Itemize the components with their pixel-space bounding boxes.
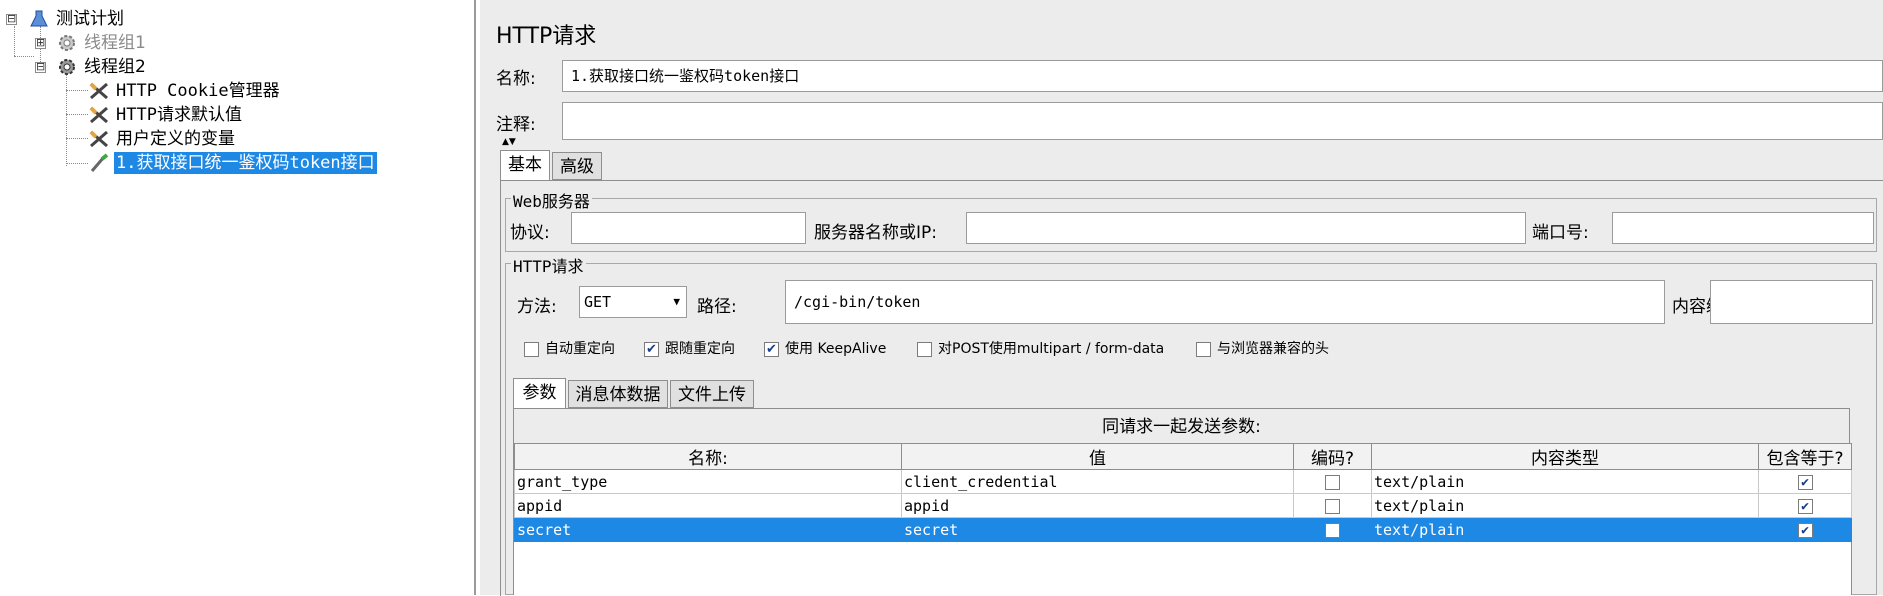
column-header-name[interactable]: 名称: (514, 443, 902, 470)
protocol-label: 协议: (510, 223, 550, 243)
tab-advanced[interactable]: 高级 (552, 152, 602, 180)
comment-field[interactable] (562, 102, 1883, 140)
param-content-type[interactable]: text/plain (1371, 517, 1759, 542)
encode-checkbox[interactable] (1325, 498, 1340, 514)
column-header-encode[interactable]: 编码? (1293, 443, 1372, 470)
params-caption: 同请求一起发送参数: (513, 408, 1850, 443)
comment-label: 注释: (496, 115, 536, 135)
checkbox-box[interactable]: ✔ (764, 341, 779, 357)
table-row[interactable]: grant_type client_credential text/plain … (514, 469, 1852, 494)
path-label: 路径: (697, 297, 737, 317)
param-content-type[interactable]: text/plain (1371, 469, 1759, 494)
column-header-content-type[interactable]: 内容类型 (1371, 443, 1759, 470)
content-encoding-field[interactable] (1710, 280, 1873, 324)
checkbox-label: 对POST使用multipart / form-data (938, 341, 1165, 357)
tree-label: 1.获取接口统一鉴权码token接口 (114, 152, 377, 174)
test-plan-tree[interactable]: ⊟ 测试计划 ⊞ 线程组1 ⊟ 线程组2 HTTP Cookie管理器 HTTP… (0, 0, 476, 595)
param-value[interactable]: appid (901, 493, 1294, 518)
multipart-checkbox[interactable]: 对POST使用multipart / form-data (917, 340, 1164, 358)
checkbox-box[interactable] (524, 341, 539, 357)
web-server-legend: Web服务器 (511, 188, 592, 212)
browser-compatible-headers-checkbox[interactable]: 与浏览器兼容的头 (1196, 340, 1329, 358)
param-name[interactable]: appid (514, 493, 902, 518)
checkbox-label: 自动重定向 (545, 341, 615, 357)
param-value[interactable]: client_credential (901, 469, 1294, 494)
encode-checkbox[interactable] (1325, 522, 1340, 538)
name-label: 名称: (496, 69, 536, 89)
include-equals-checkbox[interactable]: ✔ (1797, 522, 1813, 538)
protocol-field[interactable] (571, 212, 806, 244)
gear-icon (59, 35, 75, 51)
table-header-row: 名称: 值 编码? 内容类型 包含等于? (514, 443, 1852, 470)
gear-icon (59, 59, 75, 75)
method-select[interactable]: GET ▼ (579, 286, 687, 318)
tree-node-token-request[interactable]: 1.获取接口统一鉴权码token接口 (88, 152, 377, 174)
checkbox-label: 与浏览器兼容的头 (1217, 341, 1329, 357)
tab-parameters[interactable]: 参数 (513, 378, 566, 408)
checkbox-label: 使用 KeepAlive (785, 341, 887, 357)
method-label: 方法: (517, 297, 557, 317)
tree-node-user-variables[interactable]: 用户定义的变量 (88, 128, 237, 150)
tree-node-request-defaults[interactable]: HTTP请求默认值 (88, 104, 244, 126)
wrench-icon (89, 82, 108, 100)
tree-label: HTTP Cookie管理器 (116, 81, 280, 101)
auto-redirect-checkbox[interactable]: 自动重定向 (524, 340, 615, 358)
port-label: 端口号: (1532, 223, 1589, 243)
tree-label: HTTP请求默认值 (116, 105, 242, 125)
thread-group-2-collapse-toggle[interactable]: ⊟ (35, 61, 46, 73)
keepalive-checkbox[interactable]: ✔ 使用 KeepAlive (764, 340, 886, 358)
encode-checkbox[interactable] (1325, 474, 1340, 490)
table-row[interactable]: appid appid text/plain ✔ (514, 493, 1852, 518)
include-equals-checkbox[interactable]: ✔ (1797, 474, 1813, 490)
tree-node-thread-group-1[interactable]: 线程组1 (56, 32, 148, 54)
http-request-panel: HTTP请求 名称: 1.获取接口统一鉴权码token接口 注释: ▲▼ 基本 … (480, 0, 1883, 596)
server-field[interactable] (966, 212, 1526, 244)
method-value: GET (584, 293, 612, 311)
param-value[interactable]: secret (901, 517, 1294, 542)
server-label: 服务器名称或IP: (814, 223, 937, 243)
splitter-arrows-icon[interactable]: ▲▼ (502, 138, 516, 147)
param-content-type[interactable]: text/plain (1371, 493, 1759, 518)
thread-group-1-expand-toggle[interactable]: ⊞ (35, 37, 46, 49)
follow-redirects-checkbox[interactable]: ✔ 跟随重定向 (644, 340, 735, 358)
pipette-icon (90, 153, 109, 172)
tree-node-thread-group-2[interactable]: 线程组2 (56, 56, 148, 78)
flask-icon (30, 10, 48, 27)
dropdown-arrow-icon: ▼ (673, 295, 680, 308)
column-header-include-equals[interactable]: 包含等于? (1758, 443, 1852, 470)
include-equals-checkbox[interactable]: ✔ (1797, 498, 1813, 514)
tree-label: 测试计划 (56, 9, 124, 29)
checkbox-box[interactable] (917, 341, 932, 357)
name-field[interactable]: 1.获取接口统一鉴权码token接口 (562, 60, 1883, 92)
tab-basic[interactable]: 基本 (500, 150, 550, 180)
port-field[interactable] (1612, 212, 1874, 244)
column-header-value[interactable]: 值 (901, 443, 1294, 470)
checkbox-label: 跟随重定向 (665, 341, 735, 357)
tree-node-cookie-manager[interactable]: HTTP Cookie管理器 (88, 80, 282, 102)
param-name[interactable]: grant_type (514, 469, 902, 494)
tree-label: 用户定义的变量 (116, 129, 235, 149)
root-collapse-toggle[interactable]: ⊟ (6, 13, 17, 25)
tree-node-test-plan[interactable]: 测试计划 (28, 8, 126, 30)
tab-body-data[interactable]: 消息体数据 (568, 380, 668, 408)
http-request-legend: HTTP请求 (511, 253, 586, 277)
wrench-icon (89, 130, 108, 148)
checkbox-box[interactable] (1196, 341, 1211, 357)
tab-file-upload[interactable]: 文件上传 (670, 380, 754, 408)
checkbox-box[interactable]: ✔ (644, 341, 659, 357)
tree-label: 线程组2 (84, 57, 146, 77)
param-name[interactable]: secret (514, 517, 902, 542)
tree-label: 线程组1 (84, 33, 146, 53)
panel-title: HTTP请求 (496, 24, 597, 49)
path-field[interactable]: /cgi-bin/token (785, 280, 1665, 324)
wrench-icon (89, 106, 108, 124)
parameters-table[interactable]: 名称: 值 编码? 内容类型 包含等于? grant_type client_c… (513, 443, 1852, 595)
table-row-selected[interactable]: secret secret text/plain ✔ (514, 517, 1852, 542)
